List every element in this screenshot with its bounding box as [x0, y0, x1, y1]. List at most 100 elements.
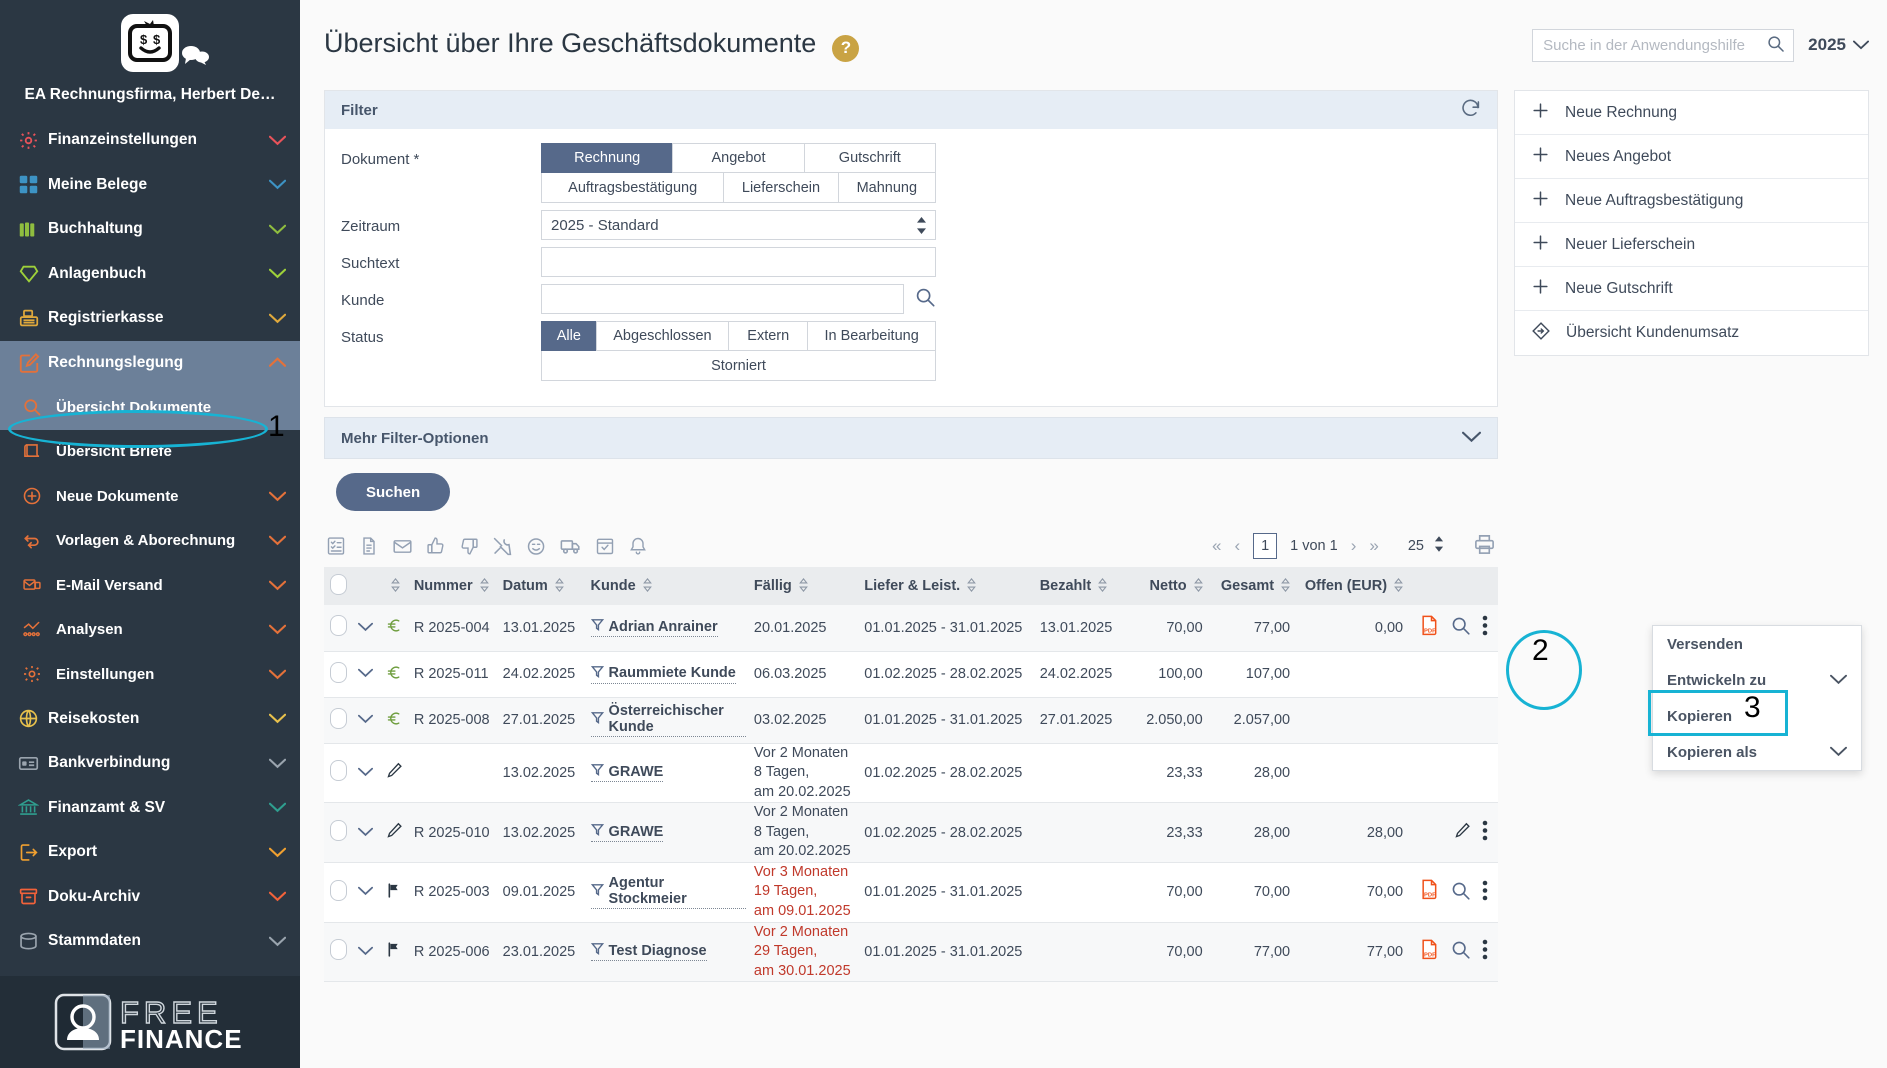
pencil-icon[interactable] [1454, 822, 1471, 843]
sidebar-item-stammdaten[interactable]: Stammdaten [0, 919, 300, 964]
cell-select[interactable] [324, 922, 352, 982]
table-row[interactable]: R 2025-00827.01.2025Österreichischer Kun… [324, 697, 1498, 743]
customer-link[interactable]: Österreichischer Kunde [591, 703, 746, 737]
sidebar-item-neue-dokumente[interactable]: Neue Dokumente [0, 474, 300, 519]
zeitraum-select[interactable] [541, 210, 936, 240]
sidebar-item-analysen[interactable]: Analysen [0, 608, 300, 653]
th-nummer[interactable]: Nummer [410, 567, 499, 605]
customer-link[interactable]: Test Diagnose [591, 942, 707, 961]
sidebar-item-buchhaltung[interactable]: Buchhaltung [0, 207, 300, 252]
pagination-first[interactable]: « [1212, 536, 1221, 556]
cell-select[interactable] [324, 803, 352, 863]
sidebar-item-rechnungslegung[interactable]: Rechnungslegung [0, 341, 300, 386]
cell-expand[interactable] [352, 803, 378, 863]
cell-kunde[interactable]: Raummiete Kunde [587, 651, 750, 697]
sidebar-item-finanzamt-sv[interactable]: Finanzamt & SV [0, 786, 300, 831]
row-checkbox[interactable] [330, 939, 347, 960]
pagination-next[interactable]: › [1351, 536, 1357, 556]
sidebar-item-email-versand[interactable]: E-Mail Versand [0, 563, 300, 608]
sort-icon[interactable] [1394, 578, 1403, 592]
package-check-icon[interactable] [595, 536, 615, 556]
bell-icon[interactable] [628, 536, 648, 556]
sort-icon[interactable] [391, 578, 400, 592]
cell-select[interactable] [324, 743, 352, 803]
pagination-page-input[interactable]: 1 [1253, 533, 1277, 559]
page-size-selector[interactable]: 25 [1408, 536, 1444, 556]
sidebar-item-registrierkasse[interactable]: Registrierkasse [0, 296, 300, 341]
cell-select[interactable] [324, 605, 352, 651]
sidebar-item-anlagenbuch[interactable]: Anlagenbuch [0, 252, 300, 297]
table-row[interactable]: R 2025-01013.02.2025GRAWEVor 2 Monaten 8… [324, 803, 1498, 863]
sort-icon[interactable] [967, 578, 976, 592]
row-checkbox[interactable] [330, 820, 347, 841]
cell-kunde[interactable]: Test Diagnose [587, 922, 750, 982]
quick-action-uebersicht-kundenumsatz[interactable]: Übersicht Kundenumsatz [1515, 311, 1868, 355]
help-search-box[interactable] [1532, 29, 1794, 62]
envelope-icon[interactable] [392, 536, 413, 557]
status-option-abgeschlossen[interactable]: Abgeschlossen [596, 321, 730, 351]
status-option-extern[interactable]: Extern [728, 321, 808, 351]
table-row[interactable]: R 2025-00309.01.2025Agentur StockmeierVo… [324, 862, 1498, 922]
sort-icon[interactable] [643, 578, 652, 592]
cell-kunde[interactable]: Österreichischer Kunde [587, 697, 750, 743]
sort-icon[interactable] [1281, 578, 1290, 592]
cell-kunde[interactable]: GRAWE [587, 743, 750, 803]
chat-bubble-icon[interactable] [180, 44, 210, 70]
dokument-option-lieferschein[interactable]: Lieferschein [723, 173, 838, 203]
tools-icon[interactable] [492, 536, 513, 557]
cell-expand[interactable] [352, 862, 378, 922]
cell-expand[interactable] [352, 922, 378, 982]
row-checkbox[interactable] [330, 880, 347, 901]
table-row[interactable]: R 2025-00623.01.2025Test DiagnoseVor 2 M… [324, 922, 1498, 982]
thumbs-up-icon[interactable] [426, 536, 446, 556]
kunde-input[interactable] [541, 284, 904, 314]
kebab-icon[interactable] [1482, 880, 1488, 905]
row-checkbox[interactable] [330, 615, 347, 636]
document-icon[interactable] [359, 536, 379, 556]
chevron-down-icon[interactable] [358, 712, 373, 728]
chevron-down-icon[interactable] [358, 825, 373, 841]
pagination-last[interactable]: » [1369, 536, 1378, 556]
table-row[interactable]: R 2025-01124.02.2025Raummiete Kunde06.03… [324, 651, 1498, 697]
pdf-icon[interactable]: PDF [1419, 939, 1439, 965]
context-menu-kopieren-als[interactable]: Kopieren als [1653, 734, 1861, 770]
select-all-checkbox[interactable] [330, 574, 347, 595]
cell-kunde[interactable]: GRAWE [587, 803, 750, 863]
cell-select[interactable] [324, 651, 352, 697]
table-row[interactable]: R 2025-00413.01.2025Adrian Anrainer20.01… [324, 605, 1498, 651]
sort-icon[interactable] [480, 578, 489, 592]
table-row[interactable]: 13.02.2025GRAWEVor 2 Monaten 8 Tagen,am … [324, 743, 1498, 803]
quick-action-neue-auftragsbestaetigung[interactable]: Neue Auftragsbestätigung [1515, 179, 1868, 223]
dokument-option-angebot[interactable]: Angebot [672, 143, 804, 173]
cell-select[interactable] [324, 697, 352, 743]
th-select-all[interactable] [324, 567, 352, 605]
printer-icon[interactable] [1473, 533, 1496, 560]
cell-expand[interactable] [352, 697, 378, 743]
quick-action-neue-gutschrift[interactable]: Neue Gutschrift [1515, 267, 1868, 311]
th-status[interactable] [379, 567, 410, 605]
th-datum[interactable]: Datum [499, 567, 587, 605]
chevron-down-icon[interactable] [358, 884, 373, 900]
cell-expand[interactable] [352, 651, 378, 697]
sidebar-item-uebersicht-briefe[interactable]: Übersicht Briefe [0, 430, 300, 475]
customer-link[interactable]: Agentur Stockmeier [591, 875, 746, 909]
dokument-option-rechnung[interactable]: Rechnung [541, 143, 673, 173]
quick-action-neuer-lieferschein[interactable]: Neuer Lieferschein [1515, 223, 1868, 267]
chevron-down-icon[interactable] [358, 765, 373, 781]
pdf-icon[interactable]: PDF [1419, 879, 1439, 905]
th-faellig[interactable]: Fällig [750, 567, 860, 605]
sort-icon[interactable] [1194, 578, 1203, 592]
sort-icon[interactable] [1098, 578, 1107, 592]
cell-expand[interactable] [352, 743, 378, 803]
search-button[interactable]: Suchen [336, 473, 450, 511]
th-netto[interactable]: Netto [1129, 567, 1207, 605]
sidebar-item-meine-belege[interactable]: Meine Belege [0, 163, 300, 208]
th-liefer-leist[interactable]: Liefer & Leist. [860, 567, 1035, 605]
status-option-storniert[interactable]: Storniert [541, 351, 936, 381]
quick-action-neues-angebot[interactable]: Neues Angebot [1515, 135, 1868, 179]
more-filter-options[interactable]: Mehr Filter-Optionen [324, 417, 1498, 459]
help-search-input[interactable] [1543, 37, 1766, 54]
chevron-down-icon[interactable] [358, 666, 373, 682]
magnifier-icon[interactable] [1450, 880, 1471, 905]
row-checkbox[interactable] [330, 662, 347, 683]
